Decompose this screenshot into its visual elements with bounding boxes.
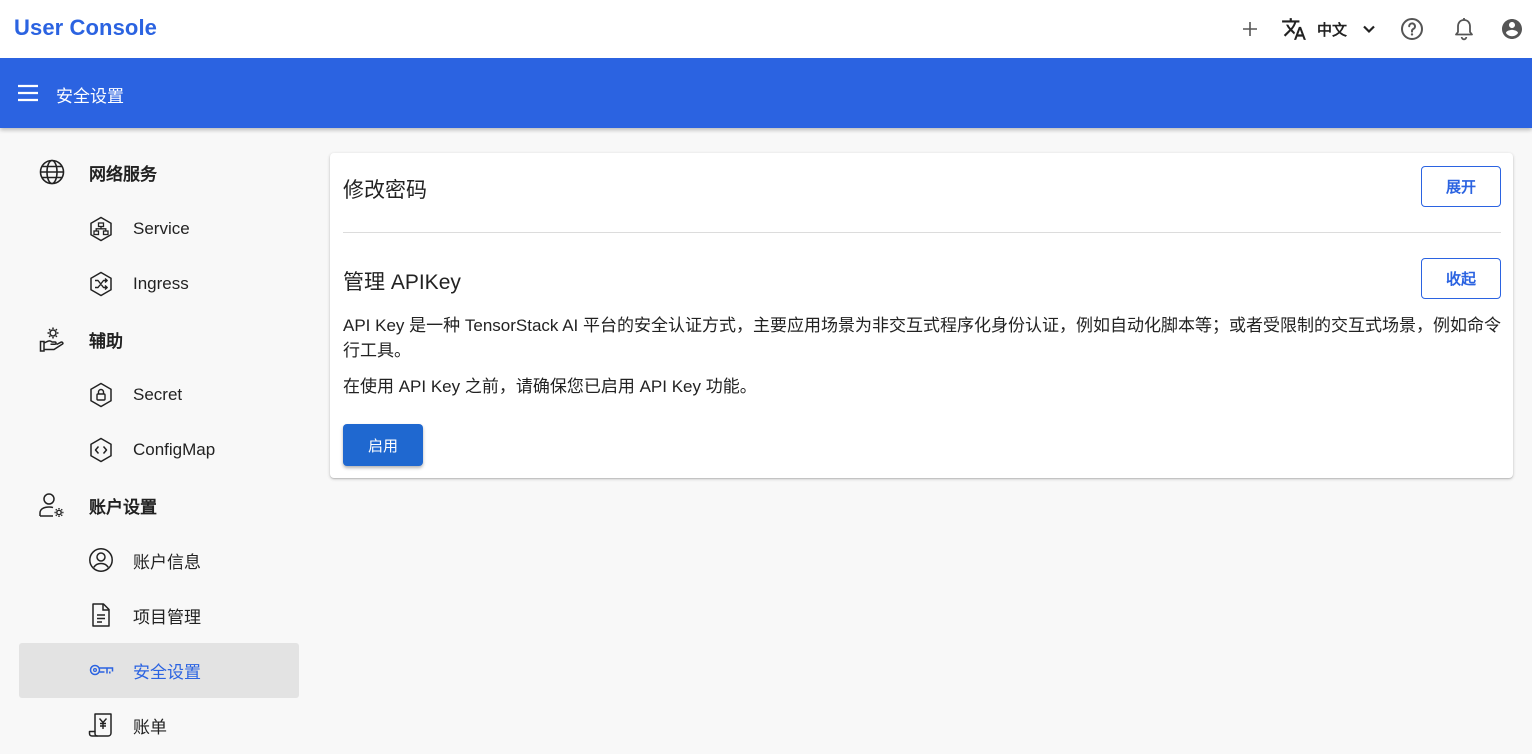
- sidebar-group-label: 网络服务: [89, 164, 157, 184]
- sidebar-item-label: Secret: [133, 385, 183, 404]
- top-app-bar: User Console 中文: [0, 0, 1532, 58]
- sidebar-item-project-management[interactable]: 项目管理: [88, 595, 201, 635]
- page-title: 安全设置: [56, 87, 124, 106]
- sidebar-item-billing[interactable]: 账单: [88, 705, 167, 745]
- sidebar-item-label: Service: [133, 219, 190, 238]
- sidebar-item-label: ConfigMap: [133, 440, 216, 459]
- sidebar-item-label: 账单: [133, 717, 167, 737]
- sidebar-item-configmap[interactable]: ConfigMap: [88, 430, 215, 470]
- hand-gear-icon: [38, 325, 66, 353]
- help-button[interactable]: [1397, 0, 1427, 58]
- section-divider: [343, 232, 1501, 233]
- sidebar-item-secret[interactable]: Secret: [88, 375, 182, 415]
- sidebar-item-ingress[interactable]: Ingress: [88, 264, 189, 304]
- menu-button[interactable]: [14, 80, 42, 106]
- change-password-title: 修改密码: [343, 179, 427, 202]
- service-icon: [88, 216, 114, 242]
- sidebar-group-account-settings[interactable]: 账户设置: [38, 485, 157, 525]
- sidebar-group-network-services[interactable]: 网络服务: [38, 152, 157, 192]
- key-icon: [88, 657, 114, 683]
- add-button[interactable]: [1238, 0, 1262, 58]
- bill-icon: [88, 712, 114, 738]
- bell-icon: [1455, 18, 1473, 41]
- app-title[interactable]: User Console: [14, 15, 157, 41]
- sidebar-item-label: 项目管理: [133, 607, 201, 627]
- ingress-icon: [88, 271, 114, 297]
- sidebar-item-account-info[interactable]: 账户信息: [88, 540, 201, 580]
- sidebar-item-label: 账户信息: [133, 552, 201, 572]
- enable-button[interactable]: 启用: [343, 424, 423, 466]
- sidebar-group-label: 辅助: [89, 331, 123, 351]
- translate-icon: [1282, 18, 1306, 40]
- account-icon: [1502, 19, 1522, 39]
- account-circle-icon: [88, 547, 114, 573]
- user-gear-icon: [38, 491, 66, 519]
- notifications-button[interactable]: [1449, 0, 1479, 58]
- sidebar-item-label: Ingress: [133, 274, 189, 293]
- expand-button[interactable]: 展开: [1421, 166, 1501, 207]
- api-key-notice: 在使用 API Key 之前，请确保您已启用 API Key 功能。: [343, 377, 757, 396]
- api-key-title: 管理 APIKey: [343, 271, 461, 294]
- help-icon: [1401, 18, 1423, 40]
- sidebar-item-security-settings[interactable]: 安全设置: [88, 650, 201, 690]
- plus-icon: [1243, 22, 1257, 36]
- top-actions: 中文: [1212, 0, 1532, 58]
- sidebar-group-label: 账户设置: [89, 497, 157, 517]
- menu-icon: [18, 84, 38, 102]
- collapse-button[interactable]: 收起: [1421, 258, 1501, 299]
- security-settings-card: 修改密码 展开 管理 APIKey 收起 API Key 是一种 TensorS…: [330, 153, 1513, 478]
- globe-icon: [38, 158, 66, 186]
- api-key-description: API Key 是一种 TensorStack AI 平台的安全认证方式，主要应…: [343, 316, 1501, 360]
- configmap-icon: [88, 437, 114, 463]
- sidebar-item-service[interactable]: Service: [88, 209, 190, 249]
- account-button[interactable]: [1497, 0, 1527, 58]
- sidebar-group-auxiliary[interactable]: 辅助: [38, 319, 123, 359]
- sidebar-item-label: 安全设置: [133, 662, 201, 682]
- language-label: 中文: [1316, 21, 1347, 39]
- language-selector[interactable]: 中文: [1275, 0, 1383, 58]
- document-icon: [88, 602, 114, 628]
- secret-icon: [88, 382, 114, 408]
- sidebar: 网络服务 Service Ingress 辅助 Secret ConfigMap…: [0, 128, 310, 754]
- page-header: 安全设置: [0, 58, 1532, 128]
- chevron-down-icon: [1363, 25, 1375, 34]
